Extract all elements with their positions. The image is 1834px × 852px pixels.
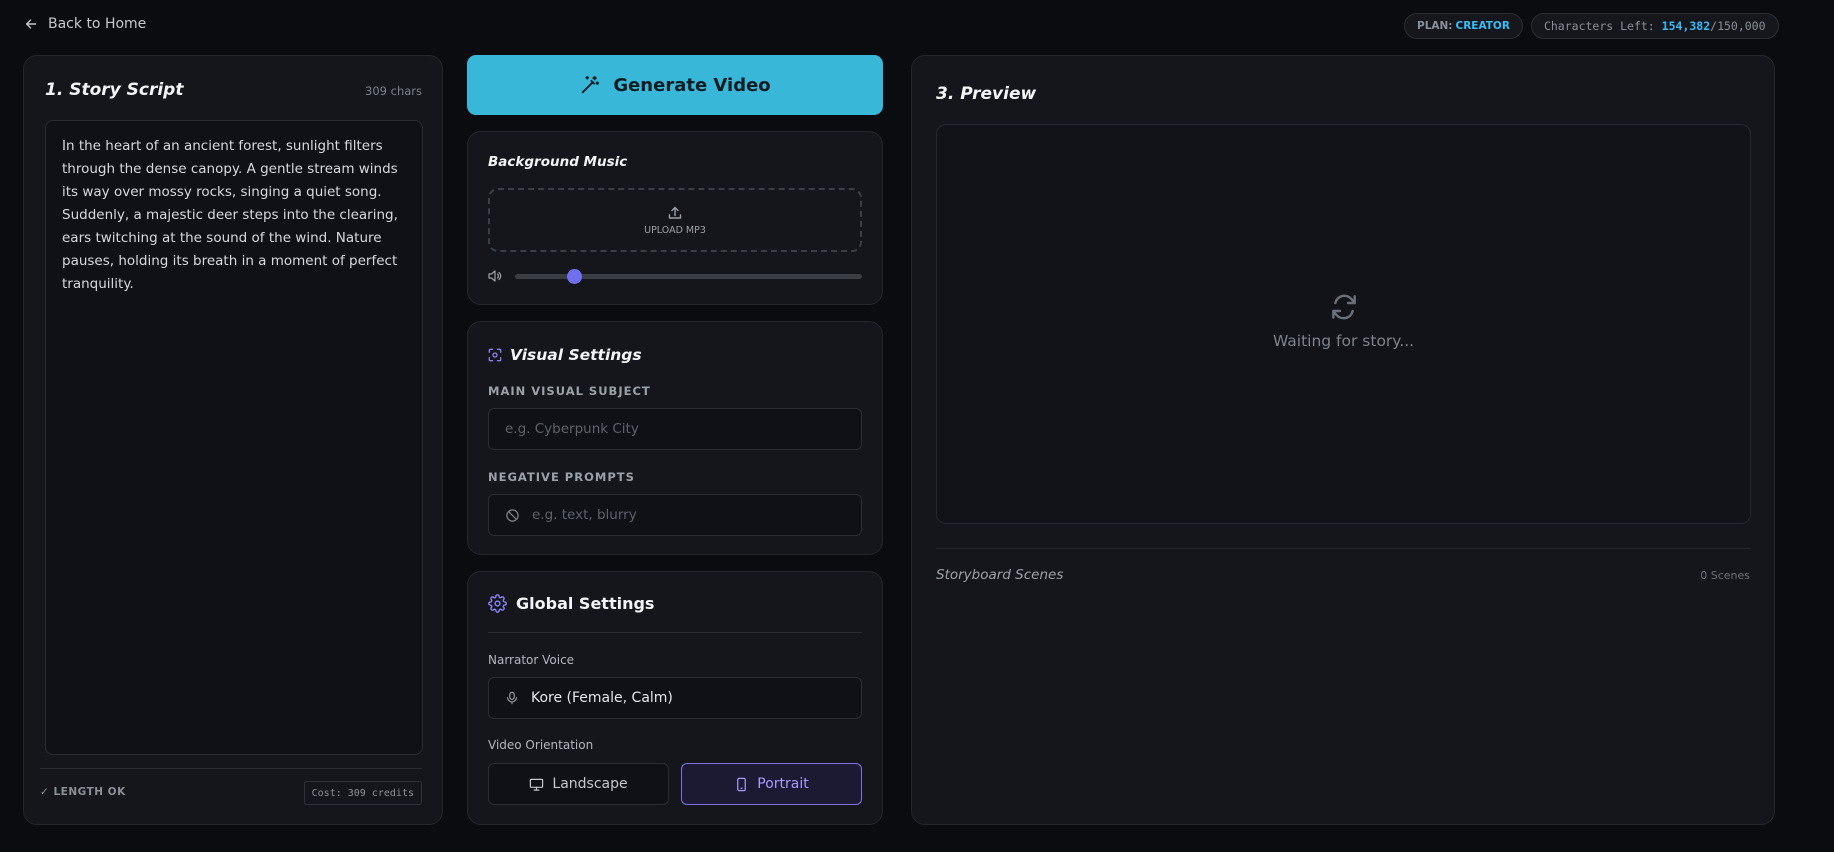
visual-settings-header: Visual Settings [488,346,642,364]
back-to-home-label: Back to Home [48,16,147,32]
magic-wand-icon [582,75,600,94]
main-visual-subject-input[interactable]: e.g. Cyberpunk City [488,408,862,450]
global-settings-header: Global Settings [488,594,654,613]
upload-mp3-dropzone[interactable]: UPLOAD MP3 [488,188,862,252]
focus-icon [488,348,502,362]
generate-video-button[interactable]: Generate Video [467,55,883,115]
main-visual-subject-label: MAIN VISUAL SUBJECT [488,384,651,398]
upload-icon [668,206,682,219]
refresh-icon [1331,294,1356,320]
plan-label: PLAN: [1417,20,1453,32]
preview-title: 3. Preview [936,84,1037,104]
negative-prompts-input[interactable]: e.g. text, blurry [488,494,862,536]
characters-left-value: 154,382 [1661,19,1711,33]
volume-control [488,268,862,284]
global-settings-divider [488,632,862,633]
video-preview-area: Waiting for story... [936,124,1751,524]
length-status: ✓ LENGTH OK [40,786,126,798]
portrait-label: Portrait [757,776,809,792]
background-music-panel: Background Music UPLOAD MP3 [467,131,883,305]
storyboard-scenes-label: Storyboard Scenes [936,567,1064,583]
monitor-icon [530,778,544,791]
global-settings-title: Global Settings [516,594,655,613]
plan-value: CREATOR [1455,20,1510,32]
plan-badge: PLAN: CREATOR [1404,13,1523,39]
visual-settings-panel: Visual Settings MAIN VISUAL SUBJECT e.g.… [467,321,883,555]
negative-prompts-placeholder: e.g. text, blurry [532,507,637,523]
story-script-panel: 1. Story Script 309 chars In the heart o… [23,55,443,825]
volume-slider[interactable] [515,269,862,284]
gear-icon [488,594,507,613]
back-to-home-link[interactable]: Back to Home [24,16,146,32]
microphone-icon [507,691,517,705]
scene-count: 0 Scenes [1700,569,1750,582]
background-music-title: Background Music [488,154,628,170]
ban-icon [506,508,519,522]
landscape-label: Landscape [552,776,628,792]
arrow-left-icon [25,19,37,29]
narrator-voice-label: Narrator Voice [488,653,575,667]
portrait-button[interactable]: Portrait [681,763,862,805]
waiting-state: Waiting for story... [937,291,1750,350]
header-badges: PLAN: CREATOR Characters Left: 154,382/1… [1404,13,1779,39]
global-settings-panel: Global Settings Narrator Voice Kore (Fem… [467,571,883,825]
characters-total: /150,000 [1710,19,1766,33]
preview-divider [936,548,1751,549]
video-orientation-label: Video Orientation [488,738,594,752]
negative-prompts-label: NEGATIVE PROMPTS [488,470,635,484]
upload-mp3-label: UPLOAD MP3 [644,224,706,236]
characters-left-badge: Characters Left: 154,382/150,000 [1530,13,1779,39]
script-footer: ✓ LENGTH OK Cost: 309 credits [40,768,422,805]
volume-slider-thumb[interactable] [566,269,582,284]
narrator-voice-value: Kore (Female, Calm) [531,690,673,706]
volume-icon [488,270,502,282]
main-visual-subject-placeholder: e.g. Cyberpunk City [505,421,639,437]
generate-video-label: Generate Video [613,74,771,96]
landscape-button[interactable]: Landscape [488,763,669,805]
characters-left-label: Characters Left: [1543,19,1655,33]
story-script-title: 1. Story Script [45,80,184,100]
smartphone-icon [737,777,747,791]
cost-badge: Cost: 309 credits [303,781,422,805]
narrator-voice-select[interactable]: Kore (Female, Calm) [488,677,862,719]
char-count: 309 chars [365,84,422,98]
visual-settings-title: Visual Settings [510,346,642,364]
story-script-textarea[interactable]: In the heart of an ancient forest, sunli… [45,120,423,755]
preview-panel: 3. Preview Waiting for story... Storyboa… [911,55,1775,825]
waiting-text: Waiting for story... [1272,332,1415,350]
